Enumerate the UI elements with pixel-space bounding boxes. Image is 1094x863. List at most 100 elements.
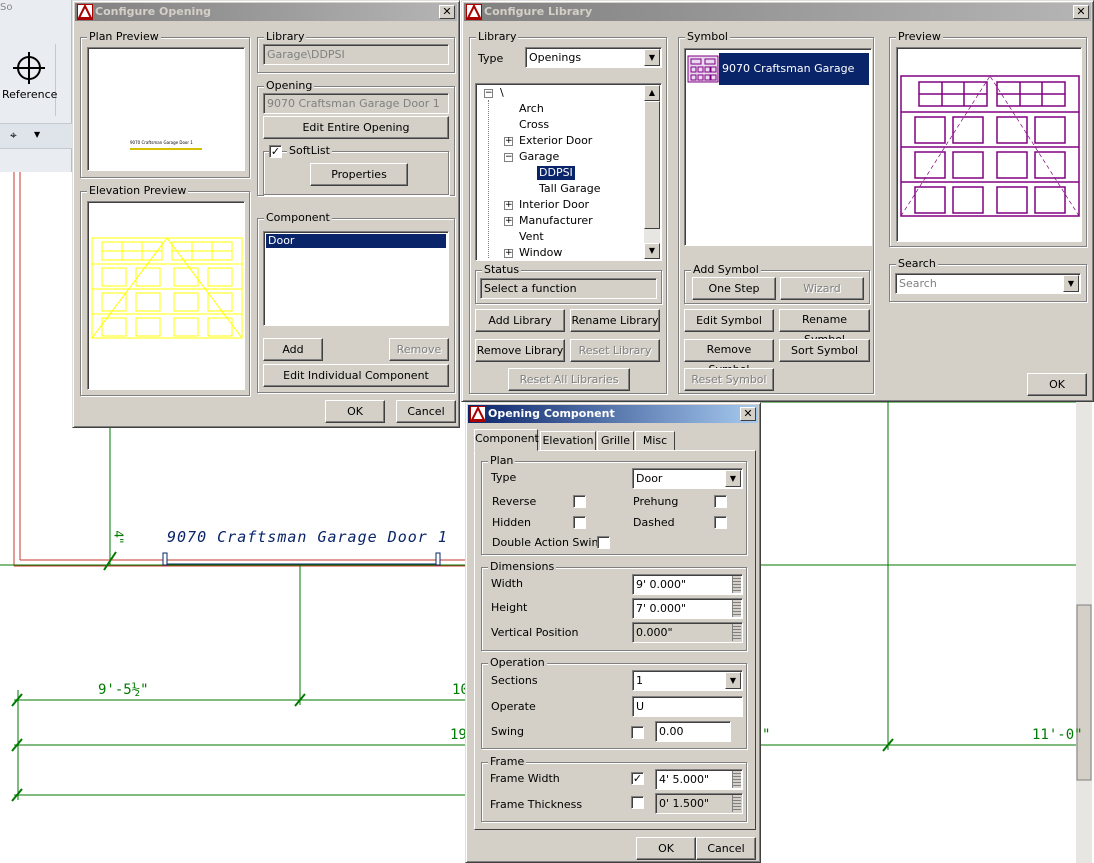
- tab-component[interactable]: Component: [474, 429, 539, 451]
- expand-icon[interactable]: +: [504, 137, 513, 146]
- hidden-checkbox[interactable]: [573, 516, 586, 529]
- scroll-thumb[interactable]: [644, 101, 660, 229]
- sections-select[interactable]: 1 ▼: [632, 670, 743, 691]
- expand-icon[interactable]: +: [504, 201, 513, 210]
- expand-icon[interactable]: +: [504, 249, 513, 258]
- pointer-icon[interactable]: ⌖: [10, 128, 17, 143]
- add-library-button[interactable]: Add Library: [475, 309, 565, 332]
- frame-width-input[interactable]: 4' 5.000": [655, 769, 743, 790]
- tab-misc[interactable]: Misc: [635, 431, 675, 451]
- reset-library-button[interactable]: Reset Library: [570, 339, 660, 362]
- scroll-down-icon[interactable]: ▼: [644, 243, 660, 259]
- symbol-list[interactable]: 9070 Craftsman Garage Door 1: [684, 48, 872, 246]
- component-list-item[interactable]: Door: [266, 234, 446, 248]
- tree-item-arch[interactable]: Arch: [519, 102, 544, 116]
- prehung-checkbox[interactable]: [714, 495, 727, 508]
- spin-icon[interactable]: [732, 600, 741, 617]
- frame-width-checkbox[interactable]: ✓: [631, 772, 644, 785]
- search-input[interactable]: Search ▼: [895, 273, 1081, 294]
- configure-opening-titlebar[interactable]: Configure Opening ✕: [75, 3, 457, 21]
- dashed-checkbox[interactable]: [714, 516, 727, 529]
- collapse-icon[interactable]: −: [484, 89, 493, 98]
- rename-library-button[interactable]: Rename Library: [570, 309, 660, 332]
- chevron-down-icon[interactable]: ▼: [725, 470, 741, 487]
- swing-label: Swing: [491, 725, 524, 738]
- symbol-item-label: 9070 Craftsman Garage Door 1: [719, 53, 869, 107]
- tree-item-exterior-door[interactable]: Exterior Door: [519, 134, 592, 148]
- app-logo-icon: [470, 405, 486, 422]
- scroll-up-icon[interactable]: ▲: [644, 85, 660, 101]
- type-select[interactable]: Openings ▼: [525, 47, 662, 68]
- close-icon[interactable]: ✕: [439, 5, 455, 19]
- vertical-position-input: 0.000": [632, 622, 743, 643]
- chevron-down-icon[interactable]: ▼: [34, 130, 40, 139]
- reset-symbol-button[interactable]: Reset Symbol: [684, 368, 774, 391]
- swing-input[interactable]: 0.00: [655, 721, 731, 742]
- remove-component-button[interactable]: Remove: [389, 338, 449, 361]
- spin-icon[interactable]: [732, 576, 741, 593]
- component-ok-button[interactable]: OK: [636, 837, 696, 860]
- frame-thickness-checkbox[interactable]: [631, 796, 644, 809]
- remove-symbol-button[interactable]: Remove Symbol: [684, 339, 774, 376]
- reference-label: Reference: [2, 88, 58, 101]
- chevron-down-icon[interactable]: ▼: [725, 672, 741, 689]
- opening-ok-button[interactable]: OK: [325, 400, 385, 423]
- tree-item-ddpsi[interactable]: DDPSI: [536, 165, 576, 181]
- reset-all-libraries-button[interactable]: Reset All Libraries: [508, 368, 630, 391]
- opening-component-titlebar[interactable]: Opening Component ✕: [468, 405, 758, 423]
- width-input[interactable]: 9' 0.000": [632, 574, 743, 595]
- hidden-label: Hidden: [492, 516, 532, 529]
- tree-item-interior-door[interactable]: Interior Door: [519, 198, 589, 212]
- chevron-down-icon[interactable]: ▼: [1063, 275, 1079, 292]
- spin-icon: [732, 795, 741, 812]
- properties-button[interactable]: Properties: [310, 163, 408, 186]
- edit-entire-opening-button[interactable]: Edit Entire Opening: [263, 116, 449, 139]
- library-ok-button[interactable]: OK: [1027, 373, 1087, 396]
- type-select-value: Door: [636, 472, 663, 485]
- wizard-button[interactable]: Wizard: [780, 277, 864, 300]
- softlist-checkbox[interactable]: ✓: [269, 145, 282, 158]
- tab-elevation[interactable]: Elevation: [540, 431, 596, 451]
- component-group: Component Door Add Remove Edit Individua…: [257, 211, 455, 393]
- door-label: 9070 Craftsman Garage Door 1: [167, 528, 448, 546]
- symbol-list-item[interactable]: 9070 Craftsman Garage Door 1: [687, 53, 869, 107]
- frame-thickness-label: Frame Thickness: [490, 798, 583, 811]
- edit-symbol-button[interactable]: Edit Symbol: [684, 309, 774, 332]
- edit-individual-component-button[interactable]: Edit Individual Component: [263, 364, 449, 387]
- sort-symbol-button[interactable]: Sort Symbol: [779, 339, 870, 362]
- component-list[interactable]: Door: [263, 231, 449, 326]
- tree-item-window[interactable]: Window: [519, 246, 562, 260]
- configure-library-titlebar[interactable]: Configure Library ✕: [464, 3, 1091, 21]
- reference-button[interactable]: [2, 44, 56, 116]
- close-icon[interactable]: ✕: [740, 407, 756, 421]
- tree-root[interactable]: \: [500, 86, 504, 100]
- close-icon[interactable]: ✕: [1073, 5, 1089, 19]
- collapse-icon[interactable]: −: [504, 153, 513, 162]
- double-action-swing-checkbox[interactable]: [597, 536, 610, 549]
- type-select[interactable]: Door ▼: [632, 468, 743, 489]
- tree-item-manufacturer[interactable]: Manufacturer: [519, 214, 593, 228]
- tree-scrollbar[interactable]: ▲ ▼: [644, 85, 660, 259]
- spin-icon[interactable]: [732, 771, 741, 788]
- opening-cancel-button[interactable]: Cancel: [396, 400, 456, 423]
- one-step-button[interactable]: One Step: [692, 277, 776, 300]
- tree-item-cross[interactable]: Cross: [519, 118, 549, 132]
- elevation-preview-group: Elevation Preview: [80, 184, 250, 396]
- library-tree[interactable]: − \ Arch Cross + Exterior Door − Garage …: [475, 83, 662, 261]
- crosshair-icon: [13, 52, 45, 84]
- expand-icon[interactable]: +: [504, 217, 513, 226]
- add-component-button[interactable]: Add: [263, 338, 323, 361]
- operate-input[interactable]: U: [632, 696, 743, 717]
- swing-checkbox[interactable]: [631, 726, 644, 739]
- component-cancel-button[interactable]: Cancel: [696, 837, 756, 860]
- plan-preview-door-line: [130, 148, 202, 150]
- tab-grille[interactable]: Grille: [597, 431, 634, 451]
- remove-library-button[interactable]: Remove Library: [475, 339, 565, 362]
- reverse-checkbox[interactable]: [573, 495, 586, 508]
- chevron-down-icon[interactable]: ▼: [644, 49, 660, 66]
- tree-item-garage[interactable]: Garage: [519, 150, 559, 164]
- tree-item-vent[interactable]: Vent: [519, 230, 544, 244]
- rename-symbol-button[interactable]: Rename Symbol: [779, 309, 870, 346]
- height-input[interactable]: 7' 0.000": [632, 598, 743, 619]
- tree-item-tall-garage[interactable]: Tall Garage: [539, 182, 601, 196]
